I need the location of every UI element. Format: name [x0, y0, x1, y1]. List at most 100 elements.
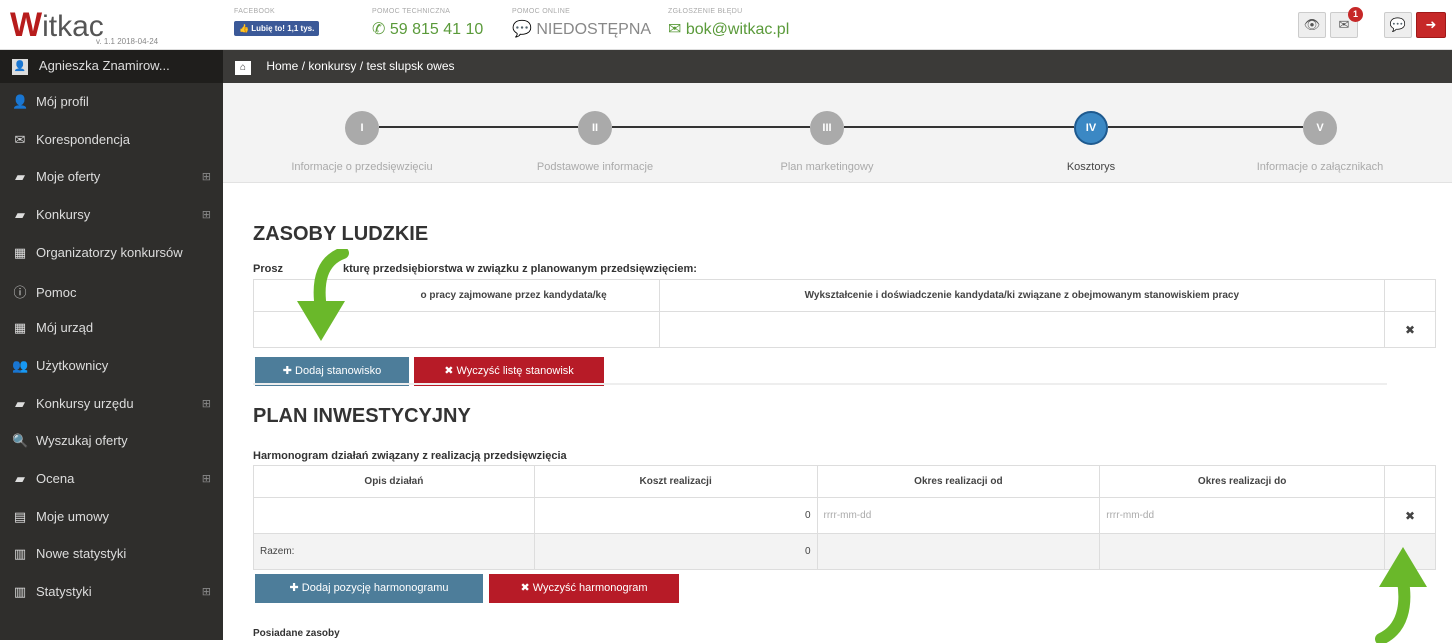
- empty-cell: [1099, 533, 1385, 570]
- phone-icon: ✆: [372, 21, 386, 38]
- sidebar-item[interactable]: ▰ Konkursy ⊞: [0, 196, 223, 234]
- sidebar-item-label: Mój urząd: [36, 320, 94, 336]
- sidebar-item-label: Użytkownicy: [36, 357, 109, 373]
- expand-icon[interactable]: ⊞: [202, 585, 211, 598]
- schedule-table: Opis działań Koszt realizacji Okres real…: [253, 465, 1436, 570]
- user-menu[interactable]: 👤 Agnieszka Znamirow...: [0, 50, 223, 83]
- add-position-button[interactable]: ✚ Dodaj stanowisko: [255, 357, 409, 386]
- bug-report-email[interactable]: ✉ bok@witkac.pl: [668, 19, 789, 39]
- sidebar-item[interactable]: ▰ Ocena ⊞: [0, 460, 223, 498]
- main-content: ZASOBY LUDZKIE Prosz kturę przedsiębiorst…: [233, 183, 1452, 643]
- facebook-like-button[interactable]: 👍 Lubię to! 1,1 tys.: [234, 21, 320, 36]
- date-from-input[interactable]: rrrr-mm-dd: [816, 497, 1101, 534]
- logo-letter: W: [10, 6, 43, 44]
- wizard-connector: [1108, 126, 1303, 128]
- wizard-steps: I Informacje o przedsięwzięciu II Podstawow…: [223, 83, 1452, 183]
- wizard-connector: [379, 126, 578, 128]
- logout-icon[interactable]: ➜: [1416, 12, 1446, 38]
- table-row: 0 rrrr-mm-dd rrrr-mm-dd ✖: [253, 497, 1436, 534]
- book-icon: ▰: [15, 395, 25, 411]
- messages-button[interactable]: ✉ 1: [1330, 7, 1363, 38]
- section-divider: [253, 383, 1387, 385]
- eye-icon[interactable]: 👁: [1298, 12, 1326, 38]
- sidebar-item[interactable]: 👤 Mój profil: [0, 83, 223, 121]
- breadcrumb-current: test slupsk owes: [366, 59, 455, 73]
- sidebar-item[interactable]: 🔍 Wyszukaj oferty: [0, 422, 223, 460]
- expand-icon[interactable]: ⊞: [202, 397, 211, 410]
- sidebar-item[interactable]: ✉ Korespondencja: [0, 121, 223, 159]
- wizard-step-5[interactable]: V: [1303, 111, 1337, 145]
- sidebar-item[interactable]: ▦ Mój urząd: [0, 309, 223, 347]
- chat-icon[interactable]: 💬: [1384, 12, 1412, 38]
- expand-icon[interactable]: ⊞: [202, 472, 211, 485]
- witkac-logo[interactable]: Witkac v. 1.1 2018-04-24: [10, 6, 210, 46]
- wizard-step-label[interactable]: Informacje o przedsięwzięciu: [242, 161, 482, 173]
- envelope-icon: ✉: [1338, 17, 1350, 32]
- tech-help-block: POMOC TECHNICZNA ✆ 59 815 41 10: [372, 8, 483, 39]
- add-schedule-item-button[interactable]: ✚ Dodaj pozycję harmonogramu: [255, 574, 483, 603]
- home-icon[interactable]: ⌂: [235, 61, 251, 75]
- top-icons: 👁 ✉ 1 💬 ➜: [1292, 7, 1452, 40]
- sidebar-item[interactable]: ⓘ Pomoc: [0, 271, 223, 309]
- wizard-step-label[interactable]: Podstawowe informacje: [475, 161, 715, 173]
- envelope-icon: ✉: [668, 21, 682, 38]
- phone-number: 59 815 41 10: [389, 21, 484, 38]
- thumbs-up-icon: 👍: [239, 24, 249, 33]
- sidebar-item[interactable]: 👥 Użytkownicy: [0, 347, 223, 385]
- sidebar: 👤 Agnieszka Znamirow... 👤 Mój profil ✉ Kore…: [0, 50, 223, 640]
- section-title-plan: PLAN INWESTYCYJNY: [253, 405, 471, 427]
- breadcrumb-separator: /: [301, 59, 306, 73]
- facebook-like-label: Lubię to! 1,1 tys.: [251, 24, 315, 33]
- delete-row-icon[interactable]: ✖: [1384, 497, 1436, 534]
- clear-positions-button[interactable]: ✖ Wyczyść listę stanowisk: [414, 357, 604, 386]
- building-icon: ▦: [13, 244, 27, 260]
- expand-icon[interactable]: ⊞: [202, 170, 211, 183]
- sidebar-item-label: Moje oferty: [36, 169, 101, 185]
- wizard-step-2[interactable]: II: [578, 111, 612, 145]
- users-icon: 👥: [12, 357, 29, 373]
- wizard-step-label[interactable]: Kosztorys: [971, 161, 1211, 173]
- sidebar-item[interactable]: ▰ Konkursy urzędu ⊞: [0, 385, 223, 423]
- bug-email-text: bok@witkac.pl: [685, 21, 790, 38]
- tech-help-phone[interactable]: ✆ 59 815 41 10: [372, 19, 483, 39]
- breadcrumb-separator: /: [359, 59, 364, 73]
- breadcrumb-konkursy[interactable]: konkursy: [308, 59, 356, 73]
- sidebar-item-label: Korespondencja: [36, 131, 130, 147]
- clear-schedule-button[interactable]: ✖ Wyczyść harmonogram: [489, 574, 679, 603]
- breadcrumb-home[interactable]: Home: [266, 59, 298, 73]
- wizard-connector: [612, 126, 810, 128]
- wizard-step-1[interactable]: I: [345, 111, 379, 145]
- sidebar-item-label: Mój profil: [36, 94, 89, 109]
- sidebar-item-label: Nowe statystyki: [36, 546, 127, 562]
- column-header: Wykształcenie i doświadczenie kandydata/…: [658, 279, 1386, 312]
- experience-cell[interactable]: [658, 311, 1386, 348]
- top-bar: Witkac v. 1.1 2018-04-24 FACEBOOK 👍 Lubi…: [0, 0, 1452, 50]
- breadcrumb: ⌂ Home / konkursy / test slupsk owes: [223, 50, 1452, 83]
- file-icon: ▤: [13, 508, 27, 524]
- sidebar-item[interactable]: ▥ Statystyki ⊞: [0, 573, 223, 611]
- sidebar-item[interactable]: ▦ Organizatorzy konkursów: [0, 234, 223, 272]
- sidebar-item[interactable]: ▤ Moje umowy: [0, 498, 223, 536]
- column-header-actions: [1384, 279, 1436, 312]
- description-cell[interactable]: [253, 497, 535, 534]
- add-position-label: Dodaj stanowisko: [295, 365, 382, 377]
- user-name: Agnieszka Znamirow...: [38, 58, 170, 73]
- total-value: 0: [533, 533, 818, 570]
- facebook-label: FACEBOOK: [234, 8, 275, 15]
- expand-icon[interactable]: ⊞: [202, 208, 211, 221]
- wizard-step-label[interactable]: Plan marketingowy: [707, 161, 947, 173]
- sidebar-item[interactable]: ▰ Moje oferty ⊞: [0, 158, 223, 196]
- logo-text: Witkac: [10, 6, 104, 44]
- wizard-step-label[interactable]: Informacje o załącznikach: [1200, 161, 1440, 173]
- wizard-step-4[interactable]: IV: [1074, 111, 1108, 145]
- total-label: Razem:: [253, 533, 535, 570]
- sidebar-item-label: Ocena: [36, 470, 75, 486]
- sidebar-item[interactable]: ▥ Nowe statystyki: [0, 535, 223, 573]
- column-header: Okres realizacji do: [1099, 465, 1385, 498]
- wizard-step-3[interactable]: III: [810, 111, 844, 145]
- cost-cell[interactable]: 0: [533, 497, 818, 534]
- online-help-status[interactable]: 💬 NIEDOSTĘPNA: [512, 19, 651, 39]
- book-icon: ▰: [15, 169, 25, 185]
- date-to-input[interactable]: rrrr-mm-dd: [1099, 497, 1385, 534]
- delete-row-icon[interactable]: ✖: [1384, 311, 1436, 348]
